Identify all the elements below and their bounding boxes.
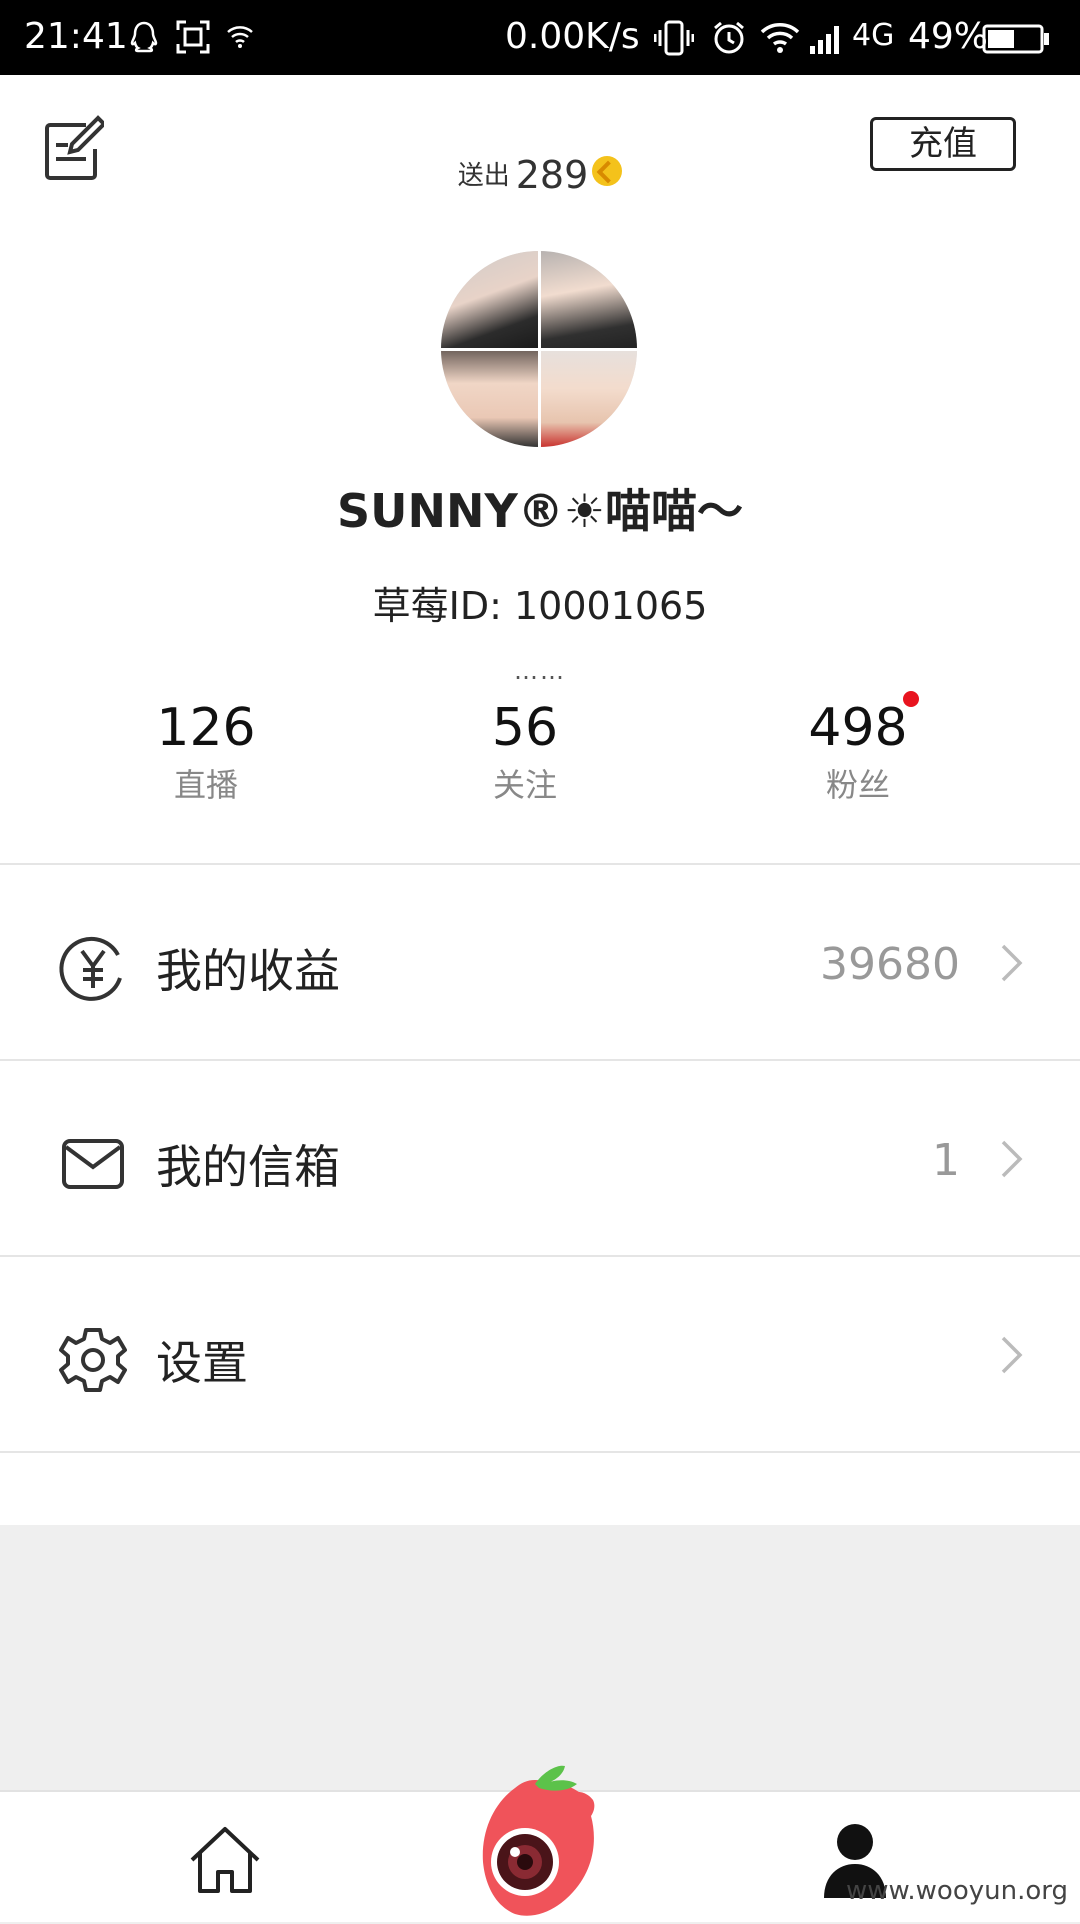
bottom-tab-bar: www.wooyun.org xyxy=(0,1765,1080,1922)
earnings-value: 39680 xyxy=(820,939,960,990)
notification-dot xyxy=(903,691,919,707)
battery-icon xyxy=(982,24,1049,54)
qq-icon xyxy=(130,21,158,53)
sent-count: 289 xyxy=(515,153,589,197)
chevron-right-icon xyxy=(1001,944,1023,982)
menu-item-label: 我的收益 xyxy=(156,944,340,998)
menu-item-inbox[interactable]: 我的信箱 1 xyxy=(0,1061,1080,1257)
home-icon[interactable] xyxy=(186,1824,264,1898)
alarm-icon xyxy=(714,21,744,54)
stat-following[interactable]: 56 关注 xyxy=(375,698,675,806)
menu-list: 我的收益 39680 我的信箱 1 设置 xyxy=(0,863,1080,1453)
avatar[interactable] xyxy=(441,251,637,447)
status-bar: 21:41 0.00K/s 4G 49% xyxy=(0,0,1080,75)
wifi-icon xyxy=(760,23,800,53)
stat-live-label: 直播 xyxy=(173,766,238,804)
stat-fans-value: 498 xyxy=(808,698,908,758)
strawberry-logo-icon[interactable] xyxy=(455,1762,615,1924)
menu-item-earnings[interactable]: 我的收益 39680 xyxy=(0,865,1080,1061)
stat-fans-label: 粉丝 xyxy=(825,766,890,804)
coin-icon xyxy=(592,156,623,186)
yuan-icon xyxy=(59,936,122,1001)
user-id: 草莓ID: 10001065 xyxy=(372,584,708,628)
menu-item-settings[interactable]: 设置 xyxy=(0,1257,1080,1453)
menu-item-label: 我的信箱 xyxy=(156,1140,340,1194)
network-speed: 0.00K/s xyxy=(505,16,640,57)
username: SUNNY®☀喵喵～ xyxy=(336,484,744,538)
battery-percent: 49% xyxy=(908,16,989,57)
menu-item-label: 设置 xyxy=(156,1336,248,1390)
network-type: 4G xyxy=(852,18,895,53)
chevron-right-icon xyxy=(1001,1336,1023,1374)
stat-live-value: 126 xyxy=(156,698,256,758)
stat-following-label: 关注 xyxy=(492,766,557,804)
watermark: www.wooyun.org xyxy=(845,1876,1068,1906)
wifi-small-icon xyxy=(227,26,253,48)
bio[interactable]: …… xyxy=(0,657,1080,685)
mail-icon xyxy=(62,1139,124,1189)
stat-live[interactable]: 126 直播 xyxy=(56,698,356,806)
sent-gifts: 送出 289 xyxy=(0,153,1080,197)
inbox-count: 1 xyxy=(932,1135,960,1186)
screenshot-icon xyxy=(176,20,210,54)
vibrate-icon xyxy=(654,20,694,56)
signal-icon xyxy=(810,26,839,54)
status-time: 21:41 xyxy=(24,16,128,57)
stat-following-value: 56 xyxy=(491,698,559,758)
gear-icon xyxy=(59,1328,127,1392)
chevron-right-icon xyxy=(1001,1140,1023,1178)
sent-label: 送出 xyxy=(457,161,510,191)
stat-fans[interactable]: 498 粉丝 xyxy=(708,698,1008,806)
